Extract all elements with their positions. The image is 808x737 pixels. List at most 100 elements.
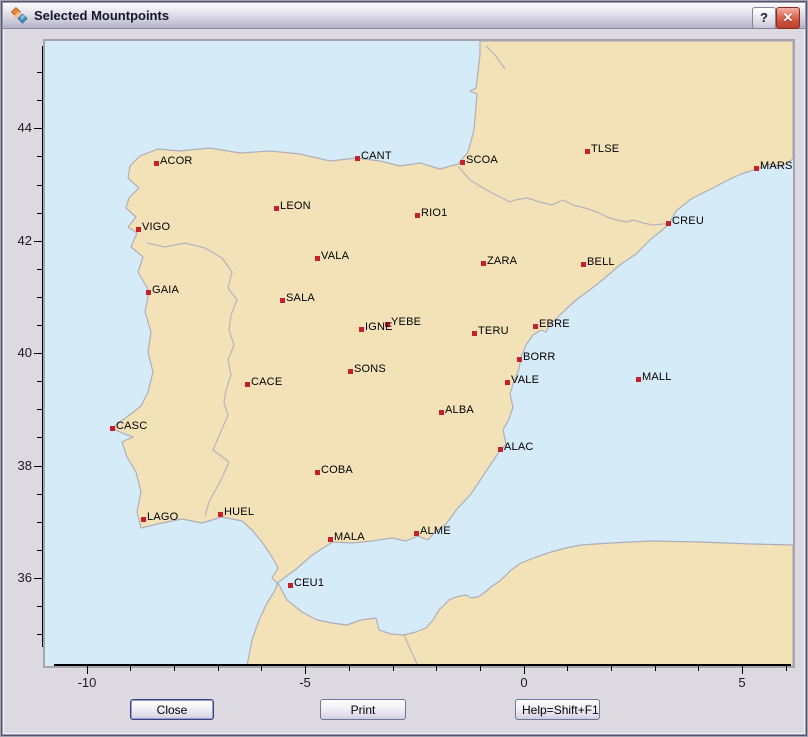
y-tick: [37, 381, 42, 382]
station-marker-EBRE: [533, 324, 538, 329]
x-tick: [655, 666, 656, 671]
x-tick: [524, 666, 525, 674]
station-label-CACE: CACE: [251, 376, 282, 388]
y-tick: [37, 297, 42, 298]
station-marker-BORR: [517, 357, 522, 362]
y-tick: [37, 72, 42, 73]
y-tick-label: 36: [6, 570, 32, 586]
station-marker-SONS: [348, 369, 353, 374]
titlebar-help-button[interactable]: ?: [752, 7, 776, 29]
station-marker-VIGO: [136, 227, 141, 232]
y-tick: [37, 100, 42, 101]
x-tick-label: -5: [285, 675, 325, 690]
station-label-MARS: MARS: [760, 160, 793, 172]
x-tick: [742, 666, 743, 674]
station-label-RIO1: RIO1: [421, 207, 447, 219]
y-tick: [34, 128, 42, 129]
station-label-CASC: CASC: [116, 420, 147, 432]
station-marker-ACOR: [154, 161, 159, 166]
y-tick-label: 42: [6, 233, 32, 249]
station-marker-LAGO: [141, 517, 146, 522]
station-marker-IGNE: [359, 327, 364, 332]
station-marker-CACE: [245, 382, 250, 387]
station-label-ALAC: ALAC: [504, 441, 534, 453]
map-plot: ACORCANTSCOATLSEMARSLEONRIO1CREUVIGOVALA…: [43, 39, 795, 668]
y-axis-line: [42, 46, 43, 647]
x-tick-label: 0: [504, 675, 544, 690]
y-tick-label: 38: [6, 458, 32, 474]
x-tick: [698, 666, 699, 671]
title-bar[interactable]: Selected Mountpoints ? ✕: [3, 3, 805, 29]
station-marker-RIO1: [415, 213, 420, 218]
station-label-ALBA: ALBA: [445, 404, 474, 416]
station-marker-MALA: [328, 537, 333, 542]
y-tick: [34, 353, 42, 354]
station-marker-CEU1: [288, 583, 293, 588]
y-tick: [37, 269, 42, 270]
station-marker-COBA: [315, 470, 320, 475]
station-marker-VALE: [505, 380, 510, 385]
y-tick: [37, 437, 42, 438]
station-label-BELL: BELL: [587, 256, 615, 268]
station-label-EBRE: EBRE: [539, 318, 570, 330]
y-tick: [37, 522, 42, 523]
x-tick: [611, 666, 612, 671]
x-tick: [87, 666, 88, 674]
y-tick: [37, 409, 42, 410]
station-label-SONS: SONS: [354, 363, 386, 375]
station-marker-ALAC: [498, 447, 503, 452]
y-tick: [34, 466, 42, 467]
station-label-SCOA: SCOA: [466, 154, 498, 166]
station-label-MALA: MALA: [334, 531, 365, 543]
station-marker-ZARA: [481, 261, 486, 266]
station-marker-CREU: [666, 221, 671, 226]
help-button[interactable]: Help=Shift+F1: [515, 699, 600, 720]
x-tick-label: 5: [722, 675, 762, 690]
station-label-CANT: CANT: [361, 150, 392, 162]
titlebar-close-button[interactable]: ✕: [776, 7, 800, 29]
station-marker-TLSE: [585, 149, 590, 154]
x-tick: [218, 666, 219, 671]
station-marker-VALA: [315, 256, 320, 261]
y-tick: [37, 156, 42, 157]
station-label-GAIA: GAIA: [152, 284, 179, 296]
station-label-MALL: MALL: [642, 371, 672, 383]
y-tick: [37, 325, 42, 326]
station-label-LAGO: LAGO: [147, 511, 178, 523]
station-label-VALE: VALE: [511, 374, 539, 386]
print-button[interactable]: Print: [320, 699, 406, 720]
x-tick: [480, 666, 481, 671]
station-label-BORR: BORR: [523, 351, 556, 363]
y-tick: [37, 494, 42, 495]
close-button[interactable]: Close: [130, 699, 214, 720]
station-label-SALA: SALA: [286, 292, 315, 304]
x-tick: [567, 666, 568, 671]
station-label-HUEL: HUEL: [224, 506, 254, 518]
y-tick: [37, 634, 42, 635]
station-marker-BELL: [581, 262, 586, 267]
x-tick: [786, 666, 787, 671]
station-marker-GAIA: [146, 290, 151, 295]
station-label-ACOR: ACOR: [160, 155, 193, 167]
x-tick: [130, 666, 131, 671]
station-label-TLSE: TLSE: [591, 143, 619, 155]
x-tick: [393, 666, 394, 671]
y-tick: [37, 550, 42, 551]
station-marker-SALA: [280, 298, 285, 303]
y-tick: [37, 606, 42, 607]
station-label-CEU1: CEU1: [294, 577, 324, 589]
y-tick-label: 44: [6, 120, 32, 136]
y-tick: [37, 213, 42, 214]
y-tick-label: 40: [6, 345, 32, 361]
station-marker-ALBA: [439, 410, 444, 415]
station-label-VIGO: VIGO: [142, 221, 170, 233]
x-tick-label: -10: [67, 675, 107, 690]
station-label-IGNE: IGNE: [365, 321, 393, 333]
station-marker-CASC: [110, 426, 115, 431]
x-tick: [436, 666, 437, 671]
x-axis-line: [54, 664, 791, 666]
x-tick: [305, 666, 306, 674]
station-marker-ALME: [414, 531, 419, 536]
station-marker-HUEL: [218, 512, 223, 517]
station-marker-TERU: [472, 331, 477, 336]
